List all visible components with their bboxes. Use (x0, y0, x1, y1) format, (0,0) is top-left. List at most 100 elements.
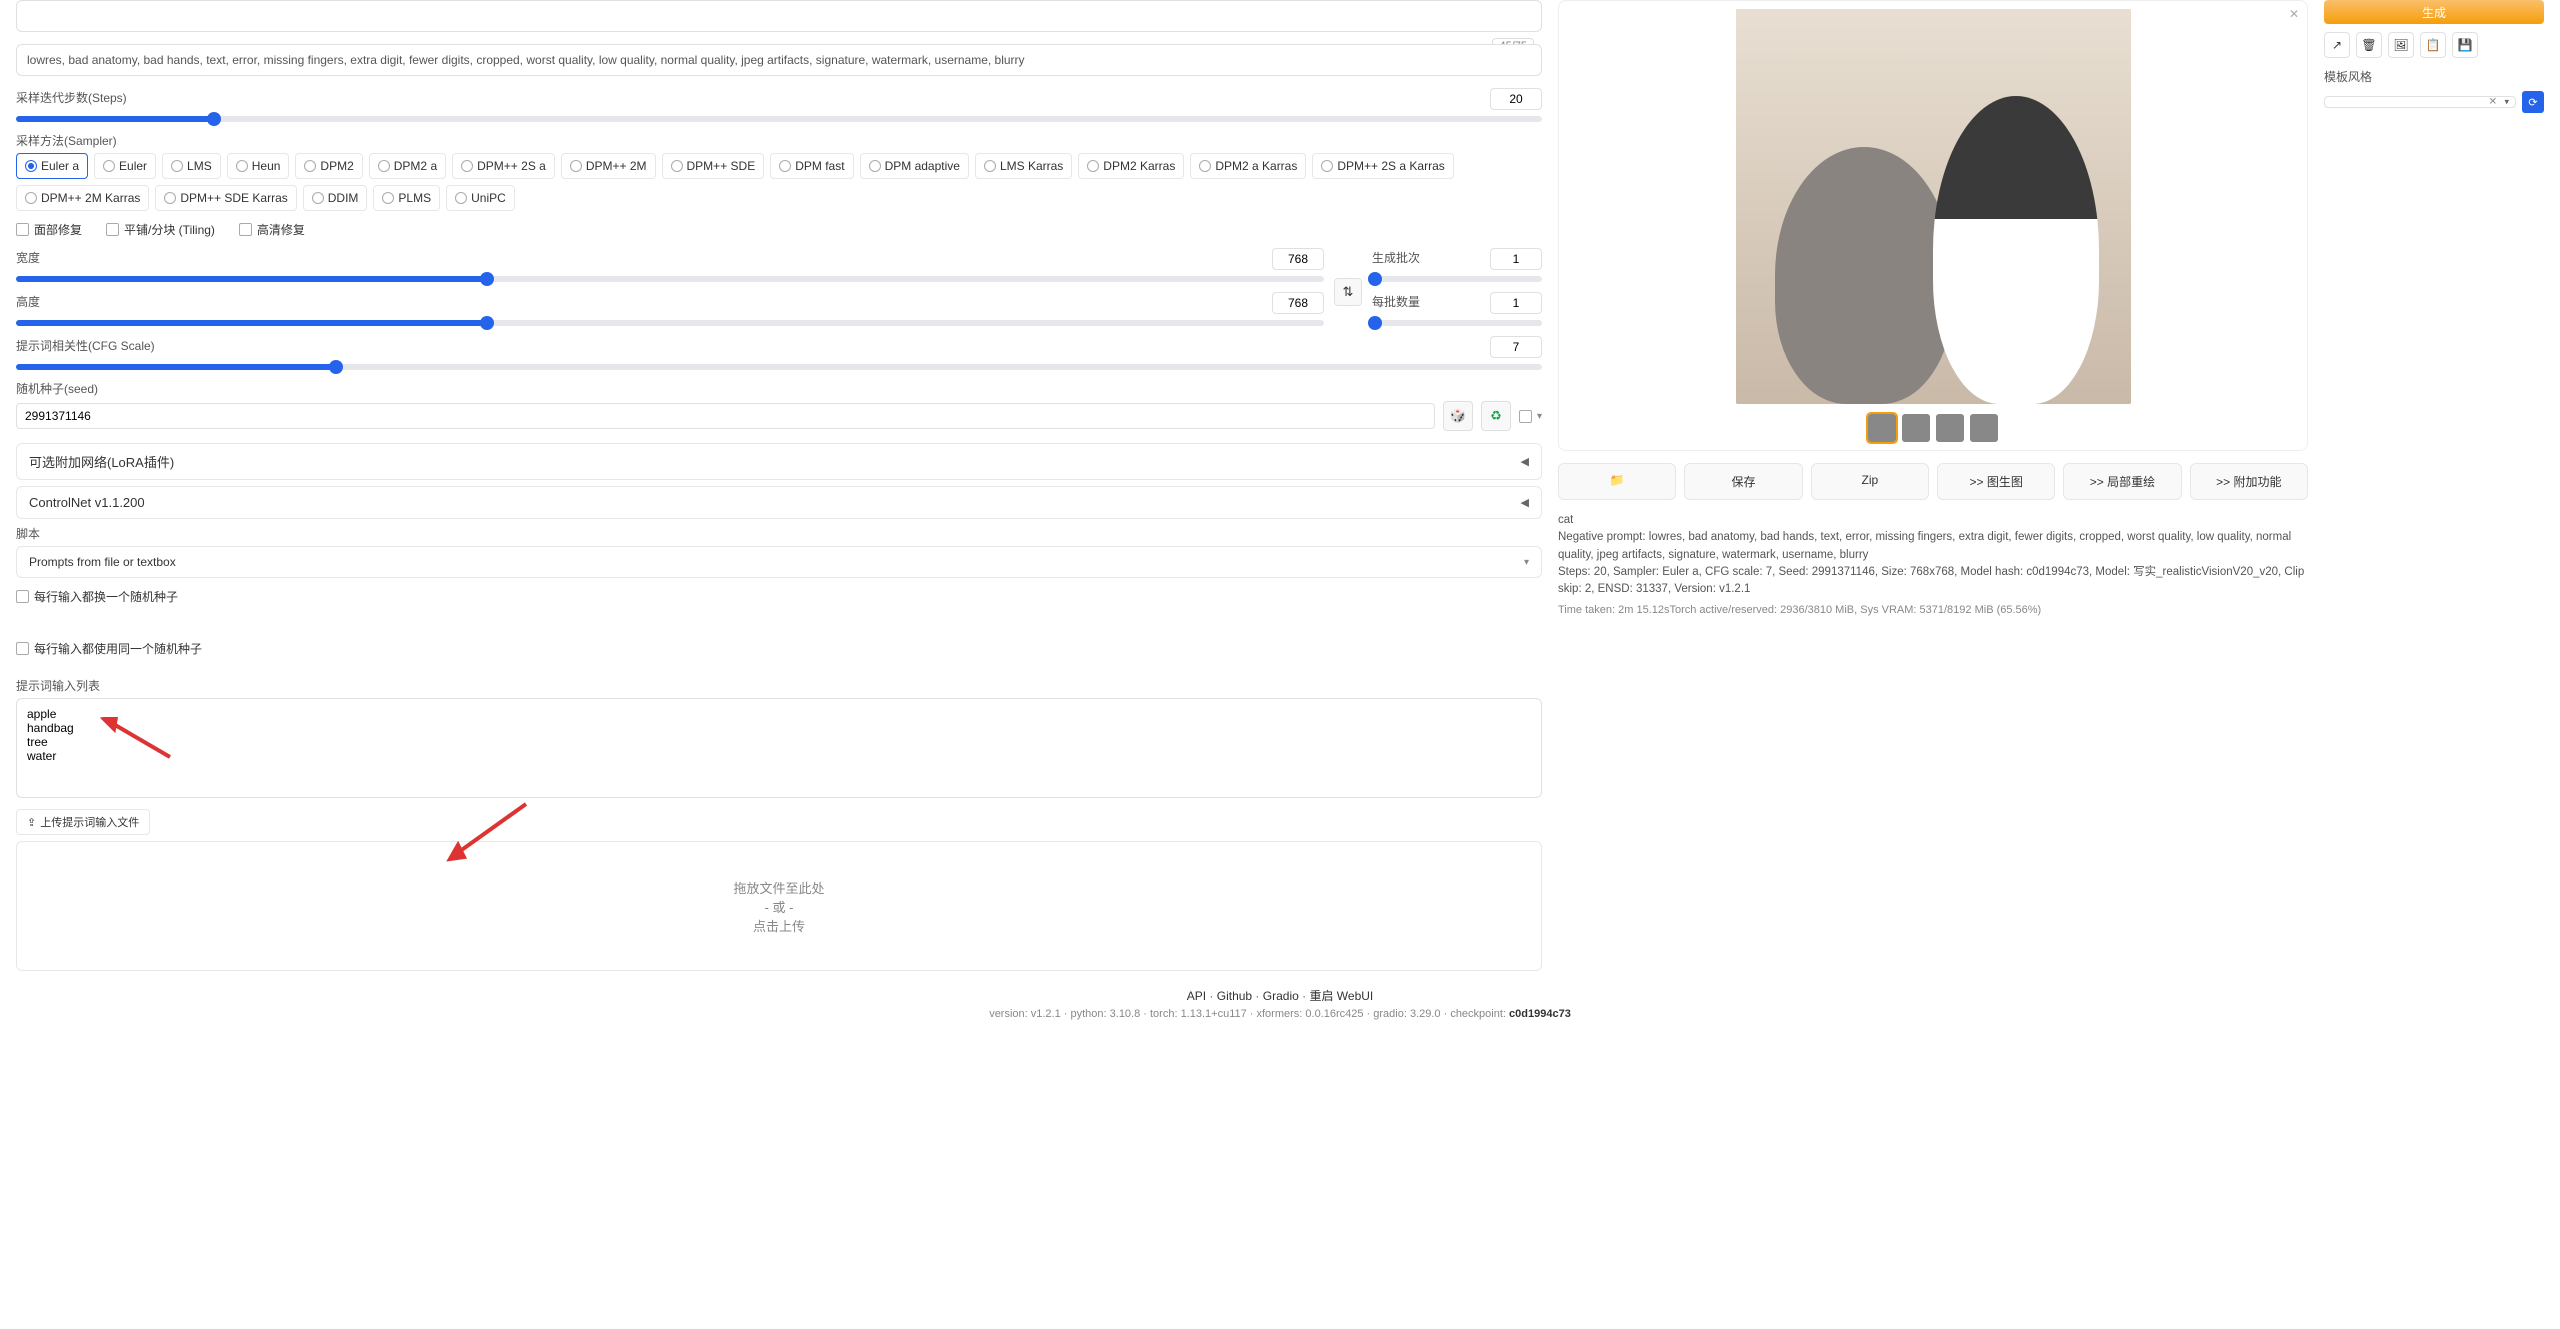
sampler-option[interactable]: LMS (162, 153, 221, 179)
generate-button[interactable]: 生成 (2324, 0, 2544, 24)
same-seed-checkbox[interactable]: 每行输入都使用同一个随机种子 (16, 640, 202, 657)
sampler-option[interactable]: DPM++ 2S a (452, 153, 555, 179)
sampler-option[interactable]: Heun (227, 153, 290, 179)
sampler-option-label: LMS Karras (1000, 159, 1063, 173)
sampler-option-label: DPM2 a Karras (1215, 159, 1297, 173)
dropzone-line1: 拖放文件至此处 (733, 878, 824, 897)
radio-dot-icon (382, 192, 394, 204)
send-img2img-button[interactable]: >> 图生图 (1937, 463, 2055, 500)
radio-dot-icon (171, 160, 183, 172)
sampler-option[interactable]: LMS Karras (975, 153, 1072, 179)
arrow-tool-button[interactable]: ↗ (2324, 32, 2350, 58)
gallery-thumb[interactable] (1868, 414, 1896, 442)
sampler-option[interactable]: DPM2 a (369, 153, 446, 179)
batch-count-slider[interactable] (1372, 276, 1542, 282)
footer: API · Github · Gradio · 重启 WebUI version… (0, 971, 2560, 1036)
sampler-option[interactable]: DDIM (303, 185, 368, 211)
seed-extra-checkbox[interactable]: ▾ (1519, 410, 1542, 423)
sampler-option-label: DPM++ 2M (586, 159, 647, 173)
image-tool-button[interactable]: 🖼 (2388, 32, 2414, 58)
sampler-option[interactable]: DPM++ 2M Karras (16, 185, 149, 211)
radio-dot-icon (1199, 160, 1211, 172)
sampler-option[interactable]: DPM++ 2S a Karras (1312, 153, 1453, 179)
open-folder-button[interactable]: 📁 (1558, 463, 1676, 500)
lora-accordion[interactable]: 可选附加网络(LoRA插件) ◀ (16, 443, 1542, 480)
height-slider[interactable] (16, 320, 1324, 326)
controlnet-accordion[interactable]: ControlNet v1.1.200 ◀ (16, 486, 1542, 519)
gallery-thumb[interactable] (1902, 414, 1930, 442)
tiling-checkbox[interactable]: 平铺/分块 (Tiling) (106, 221, 215, 238)
gallery-thumb[interactable] (1970, 414, 1998, 442)
swap-dims-button[interactable]: ⇅ (1334, 278, 1362, 306)
trash-button[interactable]: 🗑 (2356, 32, 2382, 58)
generation-info: cat Negative prompt: lowres, bad anatomy… (1558, 512, 2308, 619)
cfg-value[interactable] (1490, 336, 1542, 358)
hires-checkbox[interactable]: 高清修复 (239, 221, 305, 238)
negative-prompt-input[interactable]: lowres, bad anatomy, bad hands, text, er… (16, 44, 1542, 76)
output-image[interactable] (1736, 9, 2131, 404)
footer-link[interactable]: API (1187, 989, 1206, 1003)
sampler-option-label: Heun (252, 159, 281, 173)
cfg-slider[interactable] (16, 364, 1542, 370)
radio-dot-icon (304, 160, 316, 172)
upload-button-label: 上传提示词输入文件 (40, 814, 139, 830)
sampler-option[interactable]: DPM2 Karras (1078, 153, 1184, 179)
radio-dot-icon (869, 160, 881, 172)
batch-count-value[interactable] (1490, 248, 1542, 270)
footer-link[interactable]: 重启 WebUI (1309, 989, 1373, 1003)
sampler-option[interactable]: DPM adaptive (860, 153, 969, 179)
send-extras-button[interactable]: >> 附加功能 (2190, 463, 2308, 500)
footer-link[interactable]: Github (1217, 989, 1252, 1003)
chevron-down-icon: ▾ (1537, 411, 1542, 422)
sampler-option[interactable]: DPM++ SDE Karras (155, 185, 296, 211)
sampler-option[interactable]: DPM fast (770, 153, 853, 179)
radio-dot-icon (461, 160, 473, 172)
seed-dice-button[interactable]: 🎲 (1443, 401, 1473, 431)
batch-size-slider[interactable] (1372, 320, 1542, 326)
steps-slider[interactable] (16, 116, 1542, 122)
send-inpaint-button[interactable]: >> 局部重绘 (2063, 463, 2181, 500)
sampler-option-label: DPM2 a (394, 159, 437, 173)
width-slider[interactable] (16, 276, 1324, 282)
sampler-option[interactable]: Euler (94, 153, 156, 179)
script-select[interactable]: Prompts from file or textbox ▾ (16, 546, 1542, 578)
iterate-seed-checkbox[interactable]: 每行输入都换一个随机种子 (16, 588, 1542, 605)
steps-value[interactable] (1490, 88, 1542, 110)
seed-recycle-button[interactable]: ♻ (1481, 401, 1511, 431)
sampler-option[interactable]: UniPC (446, 185, 515, 211)
batch-size-label: 每批数量 (1372, 293, 1420, 310)
save-button[interactable]: 保存 (1684, 463, 1802, 500)
sampler-label: 采样方法(Sampler) (16, 132, 1542, 149)
file-dropzone[interactable]: 拖放文件至此处 - 或 - 点击上传 (16, 841, 1542, 971)
info-prompt: cat (1558, 512, 2308, 529)
width-value[interactable] (1272, 248, 1324, 270)
prompt-input[interactable] (16, 0, 1542, 32)
batch-size-value[interactable] (1490, 292, 1542, 314)
refresh-styles-button[interactable]: ⟳ (2522, 91, 2544, 113)
height-value[interactable] (1272, 292, 1324, 314)
prompt-list-input[interactable] (16, 698, 1542, 798)
sampler-option[interactable]: DPM2 (295, 153, 362, 179)
footer-link[interactable]: Gradio (1263, 989, 1299, 1003)
radio-dot-icon (671, 160, 683, 172)
face-restore-label: 面部修复 (34, 221, 82, 238)
zip-button[interactable]: Zip (1811, 463, 1929, 500)
save-tool-button[interactable]: 💾 (2452, 32, 2478, 58)
chevron-down-icon: ▾ (1524, 557, 1529, 568)
gallery-thumb[interactable] (1936, 414, 1964, 442)
sampler-option-label: Euler a (41, 159, 79, 173)
clipboard-button[interactable]: 📋 (2420, 32, 2446, 58)
upload-icon: ⇪ (27, 816, 36, 829)
sampler-option[interactable]: DPM++ SDE (662, 153, 765, 179)
clear-icon[interactable]: ✕ (2489, 97, 2497, 108)
style-select[interactable]: ✕ ▾ (2324, 96, 2516, 108)
seed-input[interactable] (16, 403, 1435, 429)
sampler-option[interactable]: PLMS (373, 185, 440, 211)
face-restore-checkbox[interactable]: 面部修复 (16, 221, 82, 238)
sampler-option[interactable]: DPM2 a Karras (1190, 153, 1306, 179)
close-icon[interactable]: ✕ (2289, 7, 2299, 21)
radio-dot-icon (378, 160, 390, 172)
sampler-option[interactable]: Euler a (16, 153, 88, 179)
upload-prompts-button[interactable]: ⇪ 上传提示词输入文件 (16, 809, 150, 835)
sampler-option[interactable]: DPM++ 2M (561, 153, 656, 179)
